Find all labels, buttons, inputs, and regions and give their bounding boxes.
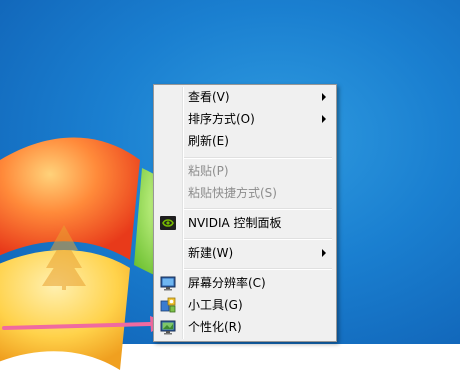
menu-separator	[184, 208, 332, 210]
menu-item-refresh[interactable]: 刷新(E)	[156, 130, 334, 152]
menu-item-label: 个性化(R)	[188, 320, 242, 334]
submenu-arrow-icon	[322, 93, 326, 101]
desktop-context-menu: 查看(V) 排序方式(O) 刷新(E) 粘贴(P) 粘贴快捷方式(S) NVID…	[153, 84, 337, 342]
menu-item-screen-resolution[interactable]: 屏幕分辨率(C)	[156, 272, 334, 294]
menu-item-nvidia-control-panel[interactable]: NVIDIA 控制面板	[156, 212, 334, 234]
gadgets-icon	[160, 297, 176, 313]
submenu-arrow-icon	[322, 115, 326, 123]
menu-item-personalize[interactable]: 个性化(R)	[156, 316, 334, 338]
menu-item-label: 粘贴快捷方式(S)	[188, 186, 277, 200]
menu-separator	[184, 268, 332, 270]
submenu-arrow-icon	[322, 249, 326, 257]
menu-item-gadgets[interactable]: 小工具(G)	[156, 294, 334, 316]
menu-item-label: 屏幕分辨率(C)	[188, 276, 266, 290]
menu-item-new[interactable]: 新建(W)	[156, 242, 334, 264]
nvidia-icon	[160, 216, 176, 230]
menu-item-label: NVIDIA 控制面板	[188, 216, 282, 230]
menu-item-view[interactable]: 查看(V)	[156, 86, 334, 108]
monitor-icon	[160, 276, 176, 291]
menu-separator	[184, 238, 332, 240]
menu-item-label: 粘贴(P)	[188, 164, 229, 178]
menu-separator	[184, 157, 332, 159]
menu-item-label: 排序方式(O)	[188, 112, 255, 126]
menu-item-label: 新建(W)	[188, 246, 234, 260]
menu-item-paste: 粘贴(P)	[156, 160, 334, 182]
menu-item-label: 查看(V)	[188, 90, 230, 104]
menu-item-label: 刷新(E)	[188, 134, 229, 148]
menu-item-sort-by[interactable]: 排序方式(O)	[156, 108, 334, 130]
menu-item-label: 小工具(G)	[188, 298, 243, 312]
personalize-icon	[160, 320, 176, 335]
menu-item-paste-shortcut: 粘贴快捷方式(S)	[156, 182, 334, 204]
